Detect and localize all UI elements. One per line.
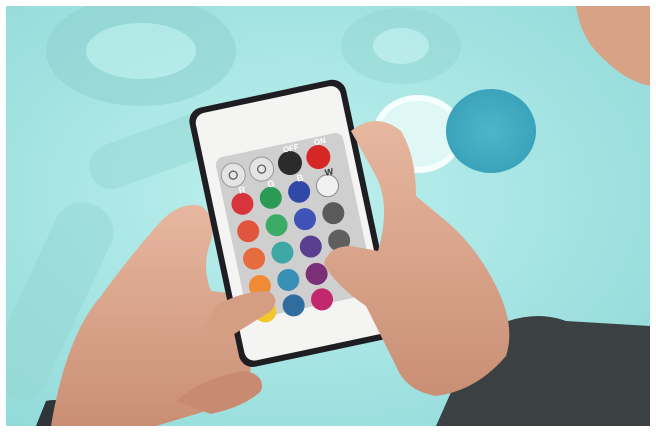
blue-disc [446, 89, 536, 173]
b-button-label: B [295, 172, 305, 184]
photo-scene [6, 6, 650, 426]
photo: OFF ON R G B W [6, 6, 650, 426]
r-button-label: R [237, 184, 247, 196]
background-hand [576, 6, 650, 86]
g-button-label: G [266, 178, 276, 190]
w-button-label: W [323, 166, 335, 178]
on-button-label: ON [313, 135, 327, 148]
off-button-label: OFF [282, 142, 300, 155]
